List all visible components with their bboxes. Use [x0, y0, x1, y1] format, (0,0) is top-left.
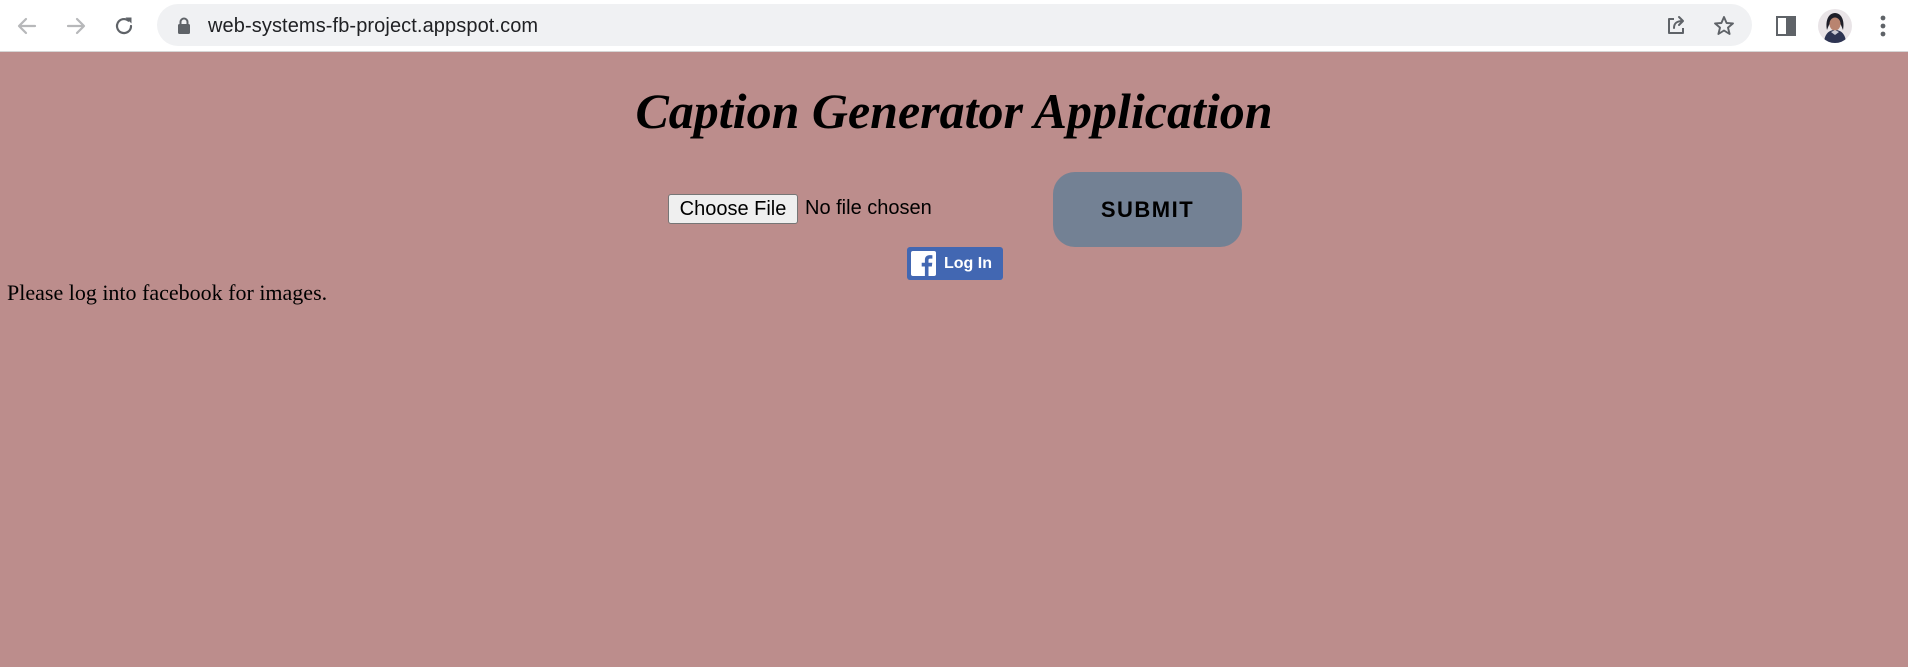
url-text[interactable]: web-systems-fb-project.appspot.com — [208, 15, 538, 38]
page-title: Caption Generator Application — [635, 83, 1273, 139]
page-content: Caption Generator Application Choose Fil… — [0, 52, 1908, 667]
kebab-menu-icon[interactable] — [1867, 10, 1899, 42]
forward-button[interactable] — [58, 8, 94, 44]
star-icon[interactable] — [1710, 12, 1738, 40]
login-message: Please log into facebook for images. — [7, 280, 328, 305]
reload-icon — [115, 17, 133, 35]
profile-avatar[interactable] — [1817, 8, 1853, 44]
file-status-text: No file chosen — [805, 197, 932, 219]
facebook-login-button[interactable]: Log In — [907, 247, 1003, 280]
choose-file-button[interactable]: Choose File — [668, 194, 798, 224]
submit-button[interactable]: SUBMIT — [1053, 172, 1242, 247]
reload-button[interactable] — [106, 8, 142, 44]
side-panel-icon[interactable] — [1770, 10, 1802, 42]
facebook-icon — [911, 251, 936, 276]
arrow-left-icon — [17, 17, 37, 35]
address-bar[interactable]: web-systems-fb-project.appspot.com — [157, 4, 1752, 46]
share-icon[interactable] — [1662, 12, 1690, 40]
facebook-login-label: Log In — [944, 255, 992, 272]
arrow-right-icon — [66, 17, 86, 35]
browser-toolbar: web-systems-fb-project.appspot.com — [0, 0, 1908, 52]
lock-icon[interactable] — [177, 17, 191, 35]
back-button[interactable] — [9, 8, 45, 44]
